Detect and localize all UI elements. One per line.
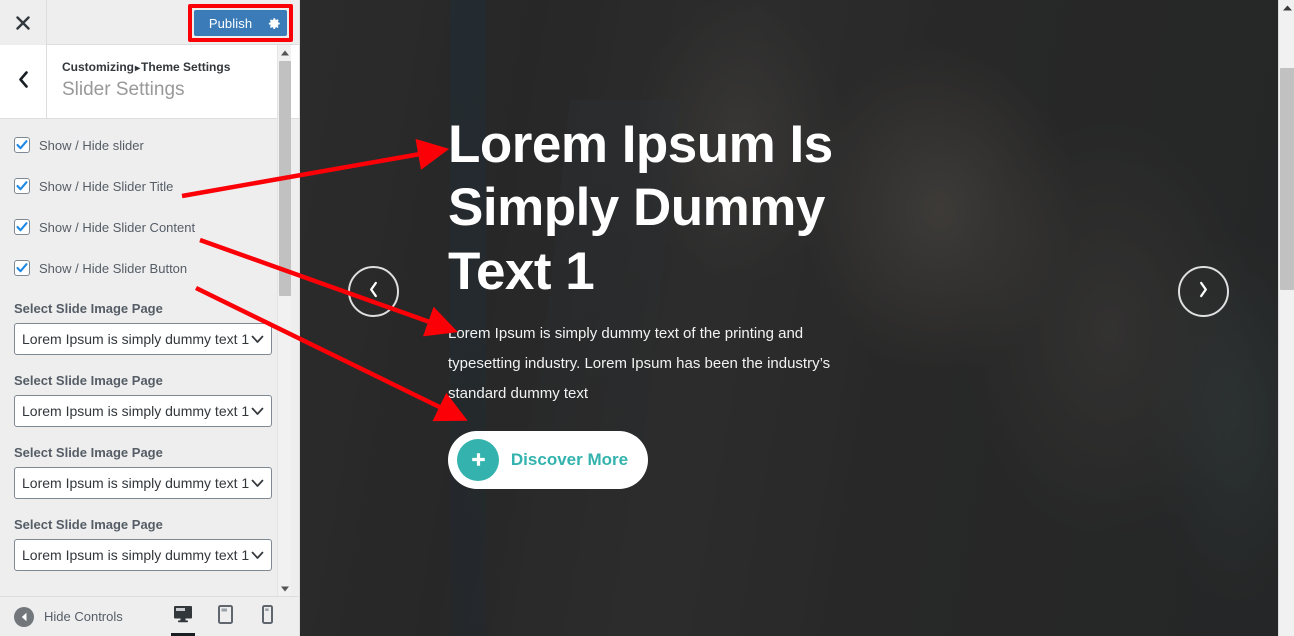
customizer-footer: Hide Controls <box>0 596 299 636</box>
gear-icon[interactable] <box>261 17 287 30</box>
site-preview: Lorem Ipsum Is Simply Dummy Text 1 Lorem… <box>300 0 1278 636</box>
select-slide-image-page-2[interactable]: Lorem Ipsum is simply dummy text 1 <box>14 395 272 427</box>
discover-more-label: Discover More <box>510 449 629 469</box>
close-customizer-button[interactable] <box>0 0 47 45</box>
panel-scrollbar-thumb[interactable] <box>279 61 291 296</box>
section-header: Customizing▸Theme Settings Slider Settin… <box>0 45 299 119</box>
close-icon <box>16 15 30 30</box>
checkbox-icon[interactable] <box>14 178 30 194</box>
breadcrumb-separator-icon: ▸ <box>135 63 141 74</box>
device-desktop-button[interactable] <box>162 597 204 636</box>
hide-controls-label: Hide Controls <box>44 609 123 624</box>
chevron-left-icon <box>18 70 29 93</box>
checkbox-label: Show / Hide slider <box>39 137 144 153</box>
back-button[interactable] <box>0 45 47 118</box>
hero-title: Lorem Ipsum Is Simply Dummy Text 1 <box>448 115 833 301</box>
select-label-slide-1: Select Slide Image Page <box>14 301 163 316</box>
checkbox-icon[interactable] <box>14 137 30 153</box>
select-slide-image-page-1[interactable]: Lorem Ipsum is simply dummy text 1 <box>14 323 272 355</box>
select-label-slide-2: Select Slide Image Page <box>14 373 163 388</box>
scroll-up-icon[interactable] <box>278 45 292 60</box>
checkbox-show-hide-slider-title[interactable]: Show / Hide Slider Title <box>14 178 286 194</box>
chevron-down-icon[interactable] <box>249 396 264 426</box>
select-slide-image-page-3[interactable]: Lorem Ipsum is simply dummy text 1 <box>14 467 272 499</box>
page-title: Slider Settings <box>62 79 185 100</box>
chevron-down-icon[interactable] <box>249 324 264 354</box>
select-value: Lorem Ipsum is simply dummy text 1 <box>22 547 250 563</box>
desktop-icon <box>173 605 193 628</box>
customizer-header: Publish <box>0 0 299 45</box>
publish-button[interactable]: Publish <box>194 10 287 36</box>
checkbox-label: Show / Hide Slider Button <box>39 260 188 276</box>
panel-scrollbar[interactable] <box>277 45 291 596</box>
select-label-slide-4: Select Slide Image Page <box>14 517 163 532</box>
chevron-left-icon <box>368 281 379 303</box>
collapse-left-icon <box>14 606 34 627</box>
breadcrumb: Customizing▸Theme Settings <box>62 59 299 76</box>
section-titles: Customizing▸Theme Settings Slider Settin… <box>47 45 299 118</box>
plus-icon <box>457 438 499 481</box>
chevron-down-icon[interactable] <box>249 468 264 498</box>
controls-list: Show / Hide slider Show / Hide Slider Ti… <box>0 119 299 596</box>
mobile-icon <box>261 604 273 629</box>
discover-more-button[interactable]: Discover More <box>448 430 648 489</box>
device-tablet-button[interactable] <box>204 597 246 636</box>
chevron-right-icon <box>1198 281 1209 303</box>
hero-content: Lorem Ipsum Is Simply Dummy Text 1 Lorem… <box>448 0 868 636</box>
chevron-down-icon[interactable] <box>249 540 264 570</box>
page-scrollbar[interactable] <box>1278 0 1294 636</box>
select-value: Lorem Ipsum is simply dummy text 1 <box>22 331 250 347</box>
checkbox-icon[interactable] <box>14 219 30 235</box>
scroll-down-icon[interactable] <box>278 581 292 596</box>
hide-controls-button[interactable]: Hide Controls <box>0 606 162 627</box>
checkbox-show-hide-slider-content[interactable]: Show / Hide Slider Content <box>14 219 286 235</box>
select-label-slide-3: Select Slide Image Page <box>14 445 163 460</box>
scroll-up-icon[interactable] <box>1279 0 1294 16</box>
breadcrumb-root[interactable]: Customizing <box>62 60 134 74</box>
checkbox-show-hide-slider[interactable]: Show / Hide slider <box>14 137 286 153</box>
checkbox-label: Show / Hide Slider Title <box>39 178 174 194</box>
checkbox-icon[interactable] <box>14 260 30 276</box>
select-value: Lorem Ipsum is simply dummy text 1 <box>22 475 250 491</box>
slider-prev-button[interactable] <box>348 266 399 317</box>
select-slide-image-page-4[interactable]: Lorem Ipsum is simply dummy text 1 <box>14 539 272 571</box>
select-value: Lorem Ipsum is simply dummy text 1 <box>22 403 250 419</box>
tablet-icon <box>217 604 233 629</box>
hero-description: Lorem Ipsum is simply dummy text of the … <box>448 324 831 402</box>
device-preview-buttons <box>162 597 299 636</box>
device-mobile-button[interactable] <box>246 597 288 636</box>
publish-area: Publish <box>47 0 299 44</box>
breadcrumb-parent[interactable]: Theme Settings <box>141 60 230 74</box>
customizer-panel: Publish Customizing▸Theme Settings Slide… <box>0 0 300 636</box>
checkbox-show-hide-slider-button[interactable]: Show / Hide Slider Button <box>14 260 286 276</box>
customizer-screen: Publish Customizing▸Theme Settings Slide… <box>0 0 1294 636</box>
checkbox-label: Show / Hide Slider Content <box>39 219 196 235</box>
publish-button-label: Publish <box>208 15 253 31</box>
page-scrollbar-thumb[interactable] <box>1280 68 1294 290</box>
slider-next-button[interactable] <box>1178 266 1229 317</box>
